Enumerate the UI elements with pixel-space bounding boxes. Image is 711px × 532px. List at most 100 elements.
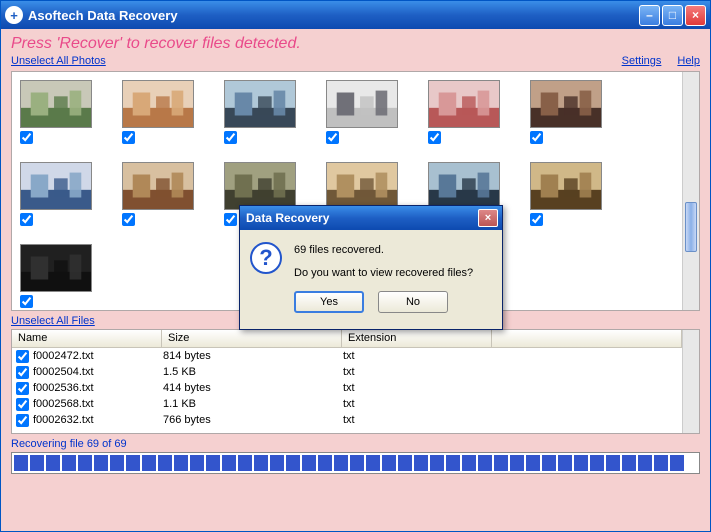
yes-button[interactable]: Yes	[294, 291, 364, 313]
photo-thumbnail[interactable]	[428, 162, 500, 210]
progress-block	[446, 455, 460, 471]
progress-block	[366, 455, 380, 471]
photo-thumbnail[interactable]	[326, 80, 398, 128]
file-checkbox[interactable]	[16, 382, 29, 395]
progress-block	[574, 455, 588, 471]
photo-item[interactable]	[530, 80, 602, 144]
maximize-button[interactable]: □	[662, 5, 683, 26]
file-checkbox[interactable]	[16, 414, 29, 427]
dialog-message-1: 69 files recovered.	[294, 242, 473, 259]
progress-block	[590, 455, 604, 471]
dialog-title: Data Recovery	[244, 211, 478, 225]
photo-item[interactable]	[20, 80, 92, 144]
file-ext: txt	[343, 350, 493, 362]
photo-item[interactable]	[122, 80, 194, 144]
dialog-body: ? 69 files recovered. Do you want to vie…	[240, 230, 502, 321]
file-row[interactable]: f0002536.txt414 bytestxt	[12, 380, 682, 396]
photo-thumbnail[interactable]	[122, 162, 194, 210]
photo-thumbnail[interactable]	[20, 80, 92, 128]
photo-checkbox[interactable]	[428, 131, 441, 144]
progress-block	[510, 455, 524, 471]
column-extension[interactable]: Extension	[342, 330, 492, 347]
photo-checkbox[interactable]	[224, 131, 237, 144]
minimize-button[interactable]: –	[639, 5, 660, 26]
progress-block	[638, 455, 652, 471]
photo-item[interactable]	[326, 80, 398, 144]
file-row[interactable]: f0002568.txt1.1 KBtxt	[12, 396, 682, 412]
photo-item[interactable]	[530, 162, 602, 226]
file-row[interactable]: f0002632.txt766 bytestxt	[12, 412, 682, 428]
photo-thumbnail[interactable]	[224, 162, 296, 210]
scrollbar-thumb[interactable]	[685, 202, 697, 252]
top-link-row: Unselect All Photos Settings Help	[11, 55, 700, 67]
help-link[interactable]: Help	[677, 55, 700, 67]
photo-checkbox[interactable]	[224, 213, 237, 226]
dialog-message-2: Do you want to view recovered files?	[294, 265, 473, 282]
file-rows: f0002472.txt814 bytestxtf0002504.txt1.5 …	[12, 348, 682, 428]
photo-checkbox[interactable]	[20, 213, 33, 226]
photo-thumbnail[interactable]	[428, 80, 500, 128]
instruction-text: Press 'Recover' to recover files detecte…	[11, 35, 700, 53]
photo-checkbox[interactable]	[122, 213, 135, 226]
file-size: 414 bytes	[163, 382, 343, 394]
question-icon: ?	[250, 242, 282, 274]
app-icon: +	[5, 6, 23, 24]
progress-block	[158, 455, 172, 471]
photo-thumbnail[interactable]	[530, 162, 602, 210]
dialog-titlebar: Data Recovery ×	[240, 206, 502, 230]
photo-checkbox[interactable]	[20, 131, 33, 144]
photo-item[interactable]	[428, 80, 500, 144]
close-button[interactable]: ×	[685, 5, 706, 26]
progress-block	[654, 455, 668, 471]
photo-thumbnail[interactable]	[20, 162, 92, 210]
file-row[interactable]: f0002504.txt1.5 KBtxt	[12, 364, 682, 380]
progress-block	[14, 455, 28, 471]
progress-block	[542, 455, 556, 471]
titlebar: + Asoftech Data Recovery – □ ×	[1, 1, 710, 29]
progress-block	[462, 455, 476, 471]
unselect-all-photos-link[interactable]: Unselect All Photos	[11, 55, 106, 67]
photo-item[interactable]	[20, 244, 92, 308]
photo-item[interactable]	[20, 162, 92, 226]
progress-block	[414, 455, 428, 471]
progress-block	[670, 455, 684, 471]
file-name: f0002472.txt	[33, 350, 163, 362]
progress-block	[254, 455, 268, 471]
photo-checkbox[interactable]	[530, 213, 543, 226]
file-name: f0002536.txt	[33, 382, 163, 394]
photo-checkbox[interactable]	[530, 131, 543, 144]
file-name: f0002568.txt	[33, 398, 163, 410]
photo-checkbox[interactable]	[326, 131, 339, 144]
file-row[interactable]: f0002472.txt814 bytestxt	[12, 348, 682, 364]
file-scrollbar[interactable]	[682, 330, 699, 433]
photo-thumbnail[interactable]	[20, 244, 92, 292]
column-name[interactable]: Name	[12, 330, 162, 347]
column-size[interactable]: Size	[162, 330, 342, 347]
photo-thumbnail[interactable]	[326, 162, 398, 210]
file-size: 814 bytes	[163, 350, 343, 362]
file-ext: txt	[343, 414, 493, 426]
file-ext: txt	[343, 382, 493, 394]
progress-block	[526, 455, 540, 471]
photo-checkbox[interactable]	[20, 295, 33, 308]
settings-link[interactable]: Settings	[622, 55, 662, 67]
photo-item[interactable]	[224, 80, 296, 144]
file-checkbox[interactable]	[16, 398, 29, 411]
photo-thumbnail[interactable]	[530, 80, 602, 128]
file-size: 1.1 KB	[163, 398, 343, 410]
window-title: Asoftech Data Recovery	[28, 8, 639, 23]
progress-block	[558, 455, 572, 471]
dialog-close-button[interactable]: ×	[478, 209, 498, 227]
no-button[interactable]: No	[378, 291, 448, 313]
progress-block	[398, 455, 412, 471]
unselect-all-files-link[interactable]: Unselect All Files	[11, 315, 95, 327]
photo-thumbnail[interactable]	[224, 80, 296, 128]
progress-bar	[11, 452, 700, 474]
file-checkbox[interactable]	[16, 350, 29, 363]
file-checkbox[interactable]	[16, 366, 29, 379]
photo-scrollbar[interactable]	[682, 72, 699, 310]
photo-checkbox[interactable]	[122, 131, 135, 144]
file-name: f0002632.txt	[33, 414, 163, 426]
photo-thumbnail[interactable]	[122, 80, 194, 128]
photo-item[interactable]	[122, 162, 194, 226]
